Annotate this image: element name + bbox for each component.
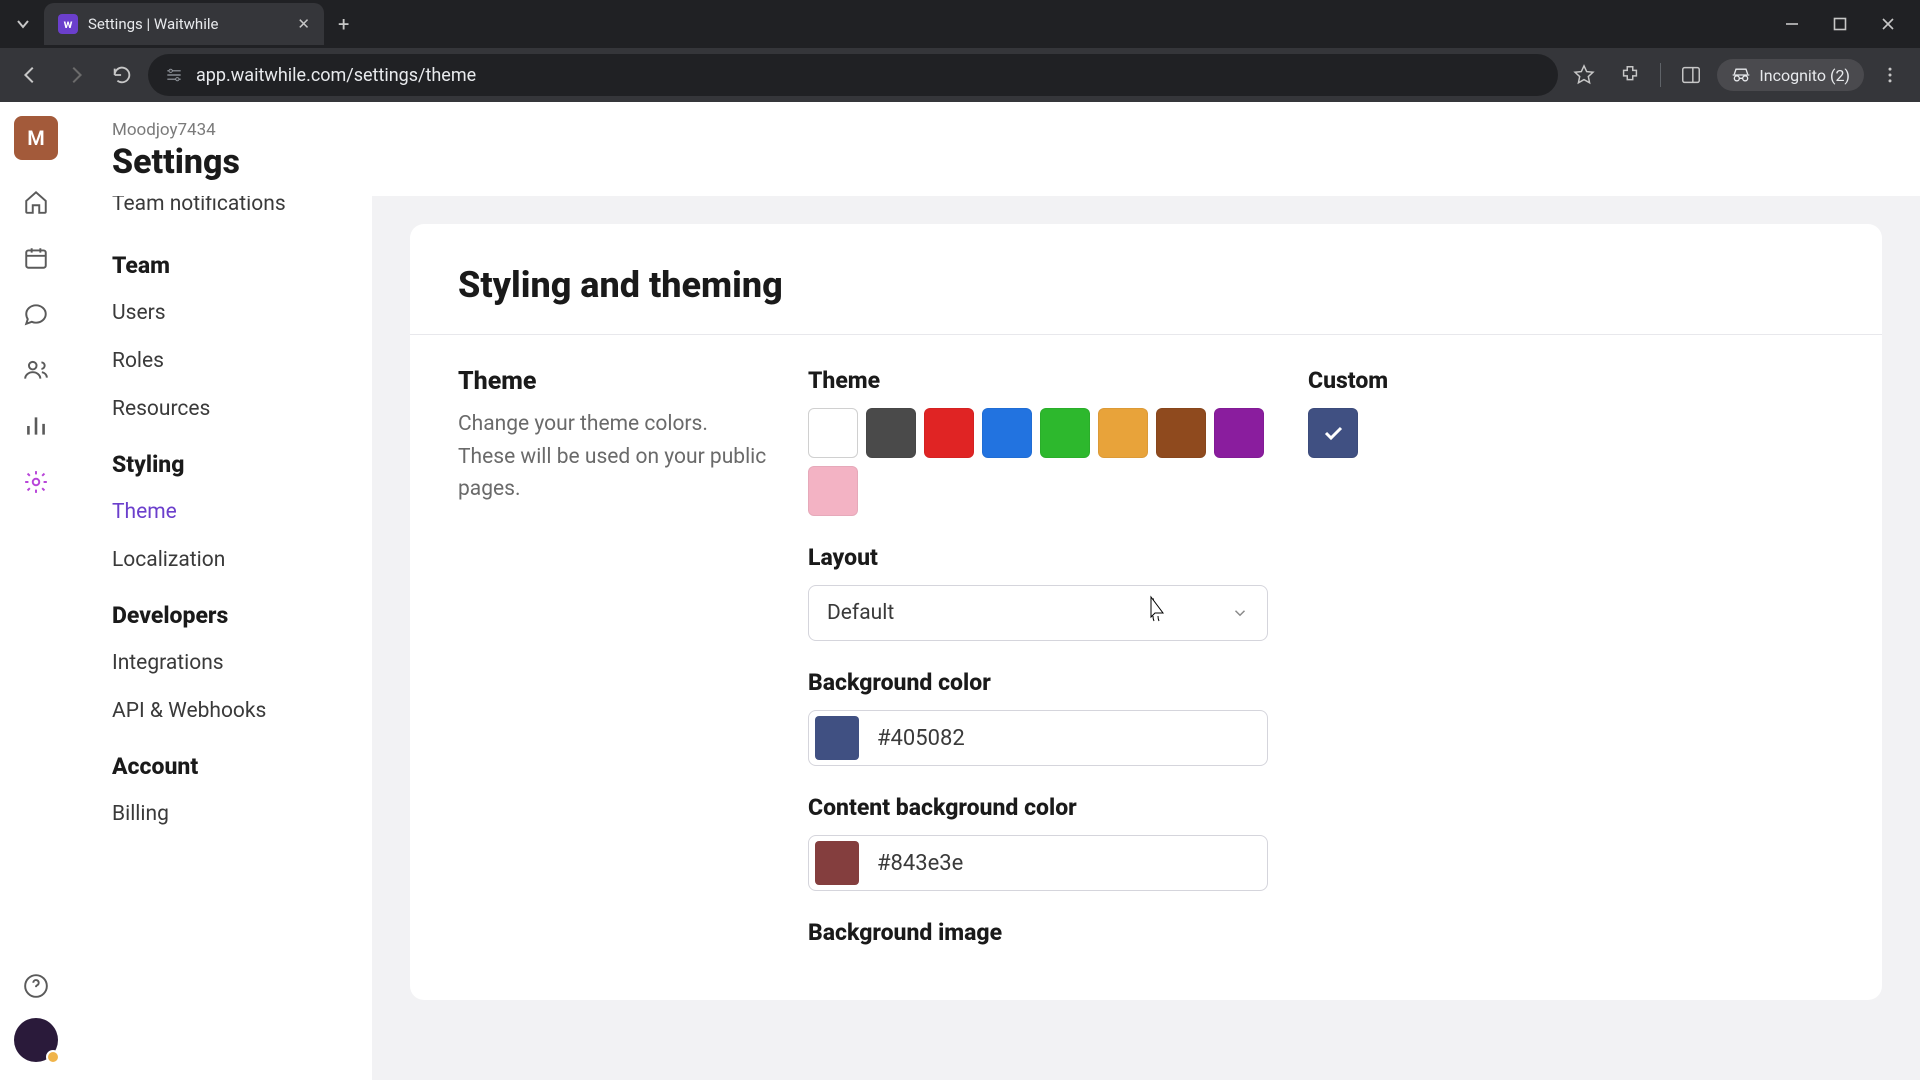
layout-label: Layout — [808, 544, 1268, 571]
icon-sidebar: M — [0, 102, 72, 1080]
tab-list-button[interactable] — [8, 9, 38, 39]
people-icon[interactable] — [22, 356, 50, 384]
help-icon[interactable] — [22, 972, 50, 1000]
sidebar-item-billing[interactable]: Billing — [112, 790, 348, 838]
content-bg-swatch[interactable] — [815, 841, 859, 885]
bg-color-label: Background color — [808, 669, 1268, 696]
tab-close-icon[interactable]: ✕ — [297, 15, 310, 33]
sidebar-item-localization[interactable]: Localization — [112, 536, 348, 584]
app-root: M Moodjoy7434 Settings Team notification… — [0, 102, 1920, 1080]
profile-avatar[interactable] — [14, 1018, 58, 1062]
page-header: Moodjoy7434 Settings — [72, 102, 1920, 196]
calendar-icon[interactable] — [22, 244, 50, 272]
check-icon — [1321, 421, 1345, 445]
theme-swatch-1[interactable] — [866, 408, 916, 458]
theme-swatch-label: Theme — [808, 367, 1268, 394]
content-bg-value: #843e3e — [877, 851, 963, 876]
incognito-icon — [1731, 65, 1751, 85]
extensions-icon[interactable] — [1610, 55, 1650, 95]
bg-color-value: #405082 — [877, 726, 965, 751]
browser-menu-icon[interactable] — [1870, 55, 1910, 95]
window-minimize-icon[interactable] — [1768, 0, 1816, 48]
bg-color-input[interactable]: #405082 — [808, 710, 1268, 766]
sidebar-item-roles[interactable]: Roles — [112, 337, 348, 385]
page-title: Settings — [112, 142, 1920, 182]
main-panel[interactable]: Styling and theming Theme Change your th… — [372, 196, 1920, 1080]
content-bg-input[interactable]: #843e3e — [808, 835, 1268, 891]
card-title: Styling and theming — [458, 264, 1834, 334]
side-panel-icon[interactable] — [1671, 55, 1711, 95]
bookmark-star-icon[interactable] — [1564, 55, 1604, 95]
incognito-label: Incognito (2) — [1759, 66, 1850, 85]
chevron-down-icon — [1231, 604, 1249, 622]
bg-image-label: Background image — [808, 919, 1268, 946]
site-info-icon[interactable] — [164, 65, 184, 85]
sidebar-heading-account: Account — [112, 735, 348, 790]
theme-swatch-5[interactable] — [1098, 408, 1148, 458]
new-tab-button[interactable]: + — [338, 12, 349, 36]
theme-swatch-6[interactable] — [1156, 408, 1206, 458]
nav-forward-button[interactable] — [56, 55, 96, 95]
org-name: Moodjoy7434 — [112, 120, 1920, 140]
window-maximize-icon[interactable] — [1816, 0, 1864, 48]
incognito-badge[interactable]: Incognito (2) — [1717, 59, 1864, 91]
org-avatar[interactable]: M — [14, 116, 58, 160]
custom-label: Custom — [1308, 367, 1834, 394]
browser-chrome: w Settings | Waitwhile ✕ + app.waitwhile… — [0, 0, 1920, 102]
sidebar-item-resources[interactable]: Resources — [112, 385, 348, 433]
sidebar-heading-developers: Developers — [112, 584, 348, 639]
theme-swatch-8[interactable] — [808, 466, 858, 516]
tab-title: Settings | Waitwhile — [88, 15, 287, 33]
tab-bar: w Settings | Waitwhile ✕ + — [0, 0, 1920, 48]
section-theme-label: Theme — [458, 367, 768, 396]
theme-swatch-row — [808, 408, 1268, 516]
section-theme-desc: Change your theme colors. These will be … — [458, 408, 768, 506]
custom-swatch[interactable] — [1308, 408, 1358, 458]
content-wrap: Moodjoy7434 Settings Team notifications … — [72, 102, 1920, 1080]
sidebar-item-integrations[interactable]: Integrations — [112, 639, 348, 687]
theme-swatch-2[interactable] — [924, 408, 974, 458]
bg-color-swatch[interactable] — [815, 716, 859, 760]
url-input[interactable]: app.waitwhile.com/settings/theme — [148, 54, 1558, 96]
url-text: app.waitwhile.com/settings/theme — [196, 65, 476, 86]
browser-tab[interactable]: w Settings | Waitwhile ✕ — [44, 3, 324, 45]
theme-swatch-7[interactable] — [1214, 408, 1264, 458]
settings-sidebar[interactable]: Team notifications Team Users Roles Reso… — [72, 196, 372, 1080]
sidebar-item-api-webhooks[interactable]: API & Webhooks — [112, 687, 348, 735]
body-row: Team notifications Team Users Roles Reso… — [72, 196, 1920, 1080]
sidebar-heading-styling: Styling — [112, 433, 348, 488]
layout-select[interactable]: Default — [808, 585, 1268, 641]
nav-reload-button[interactable] — [102, 55, 142, 95]
settings-gear-icon[interactable] — [22, 468, 50, 496]
chat-icon[interactable] — [22, 300, 50, 328]
status-dot — [46, 1050, 60, 1064]
sidebar-item-users[interactable]: Users — [112, 289, 348, 337]
theme-swatch-3[interactable] — [982, 408, 1032, 458]
layout-value: Default — [827, 601, 894, 625]
nav-back-button[interactable] — [10, 55, 50, 95]
theming-card: Styling and theming Theme Change your th… — [410, 224, 1882, 1000]
theme-swatch-4[interactable] — [1040, 408, 1090, 458]
tab-favicon: w — [58, 14, 78, 34]
content-bg-label: Content background color — [808, 794, 1268, 821]
window-close-icon[interactable] — [1864, 0, 1912, 48]
analytics-icon[interactable] — [22, 412, 50, 440]
sidebar-heading-team: Team — [112, 234, 348, 289]
sidebar-item-theme[interactable]: Theme — [112, 488, 348, 536]
home-icon[interactable] — [22, 188, 50, 216]
theme-swatch-0[interactable] — [808, 408, 858, 458]
divider — [410, 334, 1882, 335]
address-bar: app.waitwhile.com/settings/theme Incogni… — [0, 48, 1920, 102]
sidebar-item-team-notifications[interactable]: Team notifications — [112, 196, 348, 234]
